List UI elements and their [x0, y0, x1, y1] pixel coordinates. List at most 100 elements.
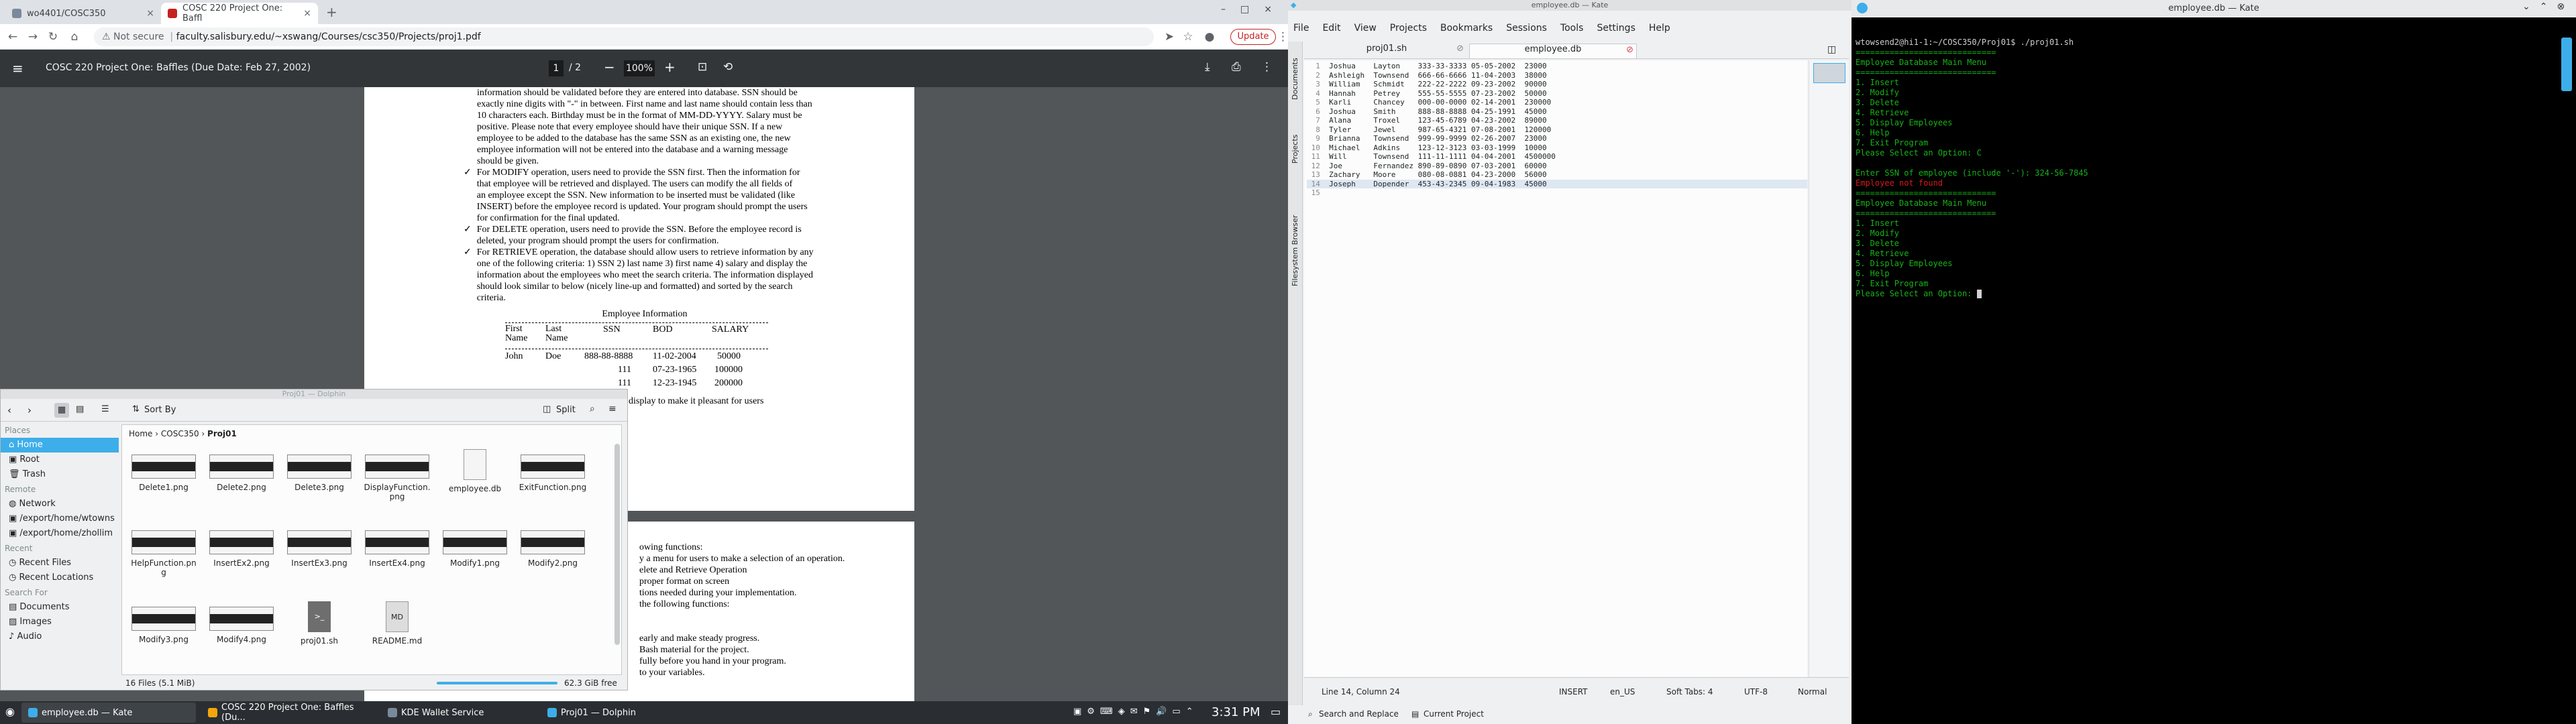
file-item[interactable]: ExitFunction.png	[518, 442, 588, 518]
place-home[interactable]: ⌂ Home	[1, 438, 119, 452]
minimap[interactable]	[1809, 60, 1849, 677]
menu-item-sessions[interactable]: Sessions	[1506, 23, 1547, 38]
close-icon[interactable]: ⊘	[1456, 44, 1464, 54]
fit-page-icon[interactable]: ⊡	[698, 60, 707, 74]
file-item[interactable]: HelpFunction.png	[129, 518, 199, 593]
dictionary[interactable]: en_US	[1610, 687, 1635, 697]
editor-line[interactable]: 5 Karli Chancey 000-00-0000 02-14-2001 2…	[1307, 98, 1807, 107]
editor-line[interactable]: 11 Will Townsend 111-11-1111 04-04-2001 …	[1307, 152, 1807, 162]
share-icon[interactable]: ➤	[1161, 28, 1178, 46]
editor-text[interactable]: 1 Joshua Layton 333-33-3333 05-05-2002 2…	[1307, 62, 1807, 198]
editor-line[interactable]: 15	[1307, 188, 1807, 198]
close-icon[interactable]: ×	[146, 8, 154, 19]
clock[interactable]: 3:31 PM	[1212, 705, 1260, 719]
update-button[interactable]: Update	[1230, 29, 1276, 45]
editor-line[interactable]: 1 Joshua Layton 333-33-3333 05-05-2002 2…	[1307, 62, 1807, 71]
editor-line[interactable]: 4 Hannah Petrey 555-55-5555 07-23-2002 5…	[1307, 89, 1807, 99]
search-replace-tab[interactable]: Search and Replace	[1319, 709, 1399, 719]
editor-line[interactable]: 9 Brianna Townsend 999-99-9999 02-26-200…	[1307, 134, 1807, 143]
close-icon[interactable]: ×	[303, 8, 311, 19]
download-icon[interactable]: ⤓	[1205, 60, 1210, 74]
terminal-window[interactable]: employee.db — Kate ⌄⌃⊗ wtowsend2@hi1-1:~…	[1851, 0, 2576, 724]
page-number-input[interactable]: 1	[549, 60, 564, 76]
address-bar[interactable]: ⚠ Not secure | faculty.salisbury.edu/~xs…	[94, 27, 1154, 46]
terminal-output[interactable]: wtowsend2@hi1-1:~/COSC350/Proj01$ ./proj…	[1851, 38, 2549, 721]
menu-item-bookmarks[interactable]: Bookmarks	[1440, 23, 1493, 38]
window-controls[interactable]: ⌄⌃⊗	[2522, 1, 2574, 12]
indentation[interactable]: Soft Tabs: 4	[1666, 687, 1713, 697]
place-recent-files[interactable]: ◷ Recent Files	[1, 556, 119, 570]
file-item[interactable]: InsertEx3.png	[284, 518, 354, 593]
file-item[interactable]: DisplayFunction.png	[362, 442, 432, 518]
back-button[interactable]: ←	[4, 28, 21, 46]
breadcrumb-cosc350[interactable]: COSC350	[161, 429, 199, 438]
file-item[interactable]: employee.db	[440, 442, 510, 518]
file-item[interactable]: Modify3.png	[129, 595, 199, 670]
task-chrome[interactable]: COSC 220 Project One: Baffles (Du...	[201, 703, 377, 723]
task-kwallet[interactable]: KDE Wallet Service	[381, 703, 529, 723]
forward-button[interactable]: →	[24, 28, 42, 46]
editor-line[interactable]: 7 Alana Troxel 123-45-6789 04-23-2002 89…	[1307, 116, 1807, 125]
close-icon[interactable]: ⊘	[1626, 45, 1633, 55]
file-item[interactable]: Delete3.png	[284, 442, 354, 518]
pdf-menu-icon[interactable]: ⋮	[1261, 60, 1273, 74]
file-item[interactable]: Delete2.png	[207, 442, 276, 518]
place-documents[interactable]: ▤ Documents	[1, 600, 119, 615]
app-launcher-icon[interactable]: ◉	[5, 705, 15, 718]
zoom-in-button[interactable]: +	[664, 59, 676, 75]
browser-tab-1[interactable]: wo4401/COSC350 ×	[5, 3, 161, 24]
icons-view-icon[interactable]: ▦	[54, 403, 69, 418]
menu-item-edit[interactable]: Edit	[1322, 23, 1340, 38]
place-recent-locations[interactable]: ◷ Recent Locations	[1, 570, 119, 585]
profile-icon[interactable]: ●	[1201, 28, 1218, 46]
input-mode[interactable]: INSERT	[1559, 687, 1588, 697]
editor-line[interactable]: 13 Zachary Moore 080-08-0881 04-23-2000 …	[1307, 170, 1807, 180]
encoding[interactable]: UTF-8	[1744, 687, 1768, 697]
bookmark-star-icon[interactable]: ☆	[1179, 28, 1197, 46]
file-item[interactable]: MD README.md	[362, 595, 432, 670]
menu-item-settings[interactable]: Settings	[1597, 23, 1635, 38]
new-tab-button[interactable]: +	[326, 4, 337, 20]
place-network[interactable]: ◍ Network	[1, 497, 119, 511]
details-view-icon[interactable]: ☰	[101, 404, 109, 414]
browser-tab-2[interactable]: COSC 220 Project One: Baffl ×	[161, 3, 318, 24]
hamburger-icon[interactable]: ≡	[12, 60, 23, 76]
side-tab-filesystem[interactable]: Filesystem Browser	[1291, 205, 1299, 296]
file-item[interactable]: Modify1.png	[440, 518, 510, 593]
sort-by-button[interactable]: Sort By	[144, 405, 176, 415]
editor-line[interactable]: 6 Joshua Smith 888-88-8888 04-25-1991 45…	[1307, 107, 1807, 117]
compact-view-icon[interactable]: ▤	[76, 404, 84, 414]
task-dolphin[interactable]: Proj01 — Dolphin	[541, 703, 688, 723]
side-tab-projects[interactable]: Projects	[1291, 117, 1299, 181]
menu-item-help[interactable]: Help	[1649, 23, 1670, 38]
menu-item-view[interactable]: View	[1354, 23, 1377, 38]
split-button[interactable]: Split	[556, 405, 576, 415]
file-item[interactable]: InsertEx2.png	[207, 518, 276, 593]
place-remote-2[interactable]: ▣ /export/home/zhollim	[1, 526, 119, 541]
editor-line[interactable]: 3 William Schmidt 222-22-2222 09-23-2002…	[1307, 80, 1807, 89]
editor-area[interactable]: 1 Joshua Layton 333-33-3333 05-05-2002 2…	[1304, 60, 1807, 677]
editor-line[interactable]: 10 Michael Adkins 123-12-3123 03-03-1999…	[1307, 143, 1807, 153]
scrollbar[interactable]	[2561, 38, 2572, 91]
editor-line[interactable]: 8 Tyler Jewel 987-65-4321 07-08-2001 120…	[1307, 125, 1807, 135]
search-icon[interactable]: ⌕	[590, 404, 595, 414]
side-tab-documents[interactable]: Documents	[1291, 47, 1299, 111]
task-kate[interactable]: employee.db — Kate	[21, 703, 196, 723]
zoom-input[interactable]: 100%	[624, 60, 655, 76]
file-item[interactable]: Modify2.png	[518, 518, 588, 593]
home-icon[interactable]: ⌂	[66, 28, 83, 46]
current-project-tab[interactable]: Current Project	[1424, 709, 1484, 719]
breadcrumb-proj01[interactable]: Proj01	[207, 429, 237, 438]
place-audio[interactable]: ♪ Audio	[1, 629, 119, 644]
scrollbar[interactable]	[614, 444, 620, 645]
print-icon[interactable]: ⎙	[1232, 60, 1241, 74]
file-view[interactable]: Home › COSC350 › Proj01 Delete1.png Delet…	[121, 424, 622, 675]
split-view-icon[interactable]: ◫	[1827, 44, 1836, 55]
show-desktop-icon[interactable]: ▭	[1271, 705, 1281, 718]
editor-line[interactable]: 14 Joseph Dopender 453-43-2345 09-04-198…	[1307, 179, 1807, 188]
menu-icon[interactable]: ≡	[608, 404, 616, 414]
tab-proj01[interactable]: proj01.sh ⊘	[1307, 44, 1466, 57]
window-controls[interactable]: –□×	[1221, 4, 1287, 15]
back-icon[interactable]: ‹	[7, 404, 11, 416]
file-item[interactable]: >_ proj01.sh	[284, 595, 354, 670]
